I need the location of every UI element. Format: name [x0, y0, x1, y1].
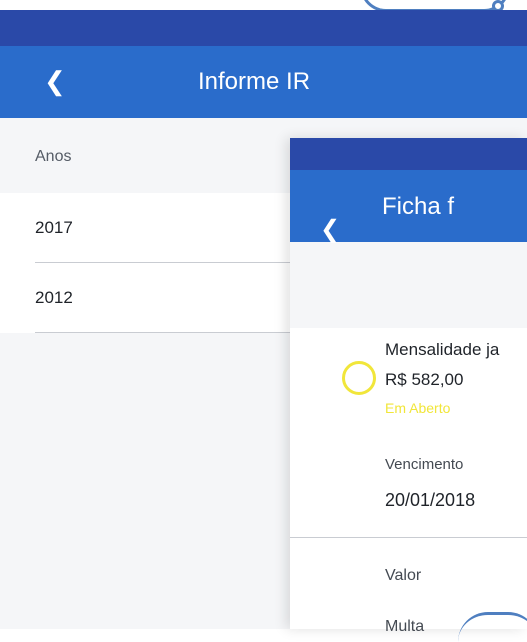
year-label: 2017 — [35, 218, 73, 237]
divider — [290, 537, 527, 538]
status-badge: Em Aberto — [385, 400, 451, 416]
chevron-left-icon[interactable]: ❮ — [44, 66, 66, 96]
item-description: Mensalidade ja — [385, 340, 500, 359]
years-list: 2017 2012 — [0, 193, 300, 333]
status-circle-icon — [342, 361, 376, 395]
page-title: Ficha f — [382, 193, 455, 220]
app-bar: ❮ Informe IR — [0, 46, 527, 118]
section-label: Anos — [35, 148, 72, 165]
field-label: Valor — [385, 567, 422, 584]
status-bar — [290, 138, 527, 170]
due-date: 20/01/2018 — [385, 490, 476, 510]
divider — [35, 332, 300, 333]
top-decoration — [0, 0, 527, 12]
list-item[interactable]: 2017 — [0, 193, 300, 263]
year-label: 2012 — [35, 288, 73, 307]
header-band — [290, 242, 527, 328]
chevron-left-icon[interactable]: ❮ — [320, 215, 340, 244]
list-item[interactable]: 2012 — [0, 263, 300, 333]
field-label: Multa — [385, 618, 425, 635]
due-label: Vencimento — [385, 456, 464, 473]
item-amount: R$ 582,00 — [385, 370, 464, 389]
page-title: Informe IR — [198, 68, 311, 95]
status-bar — [0, 10, 527, 46]
